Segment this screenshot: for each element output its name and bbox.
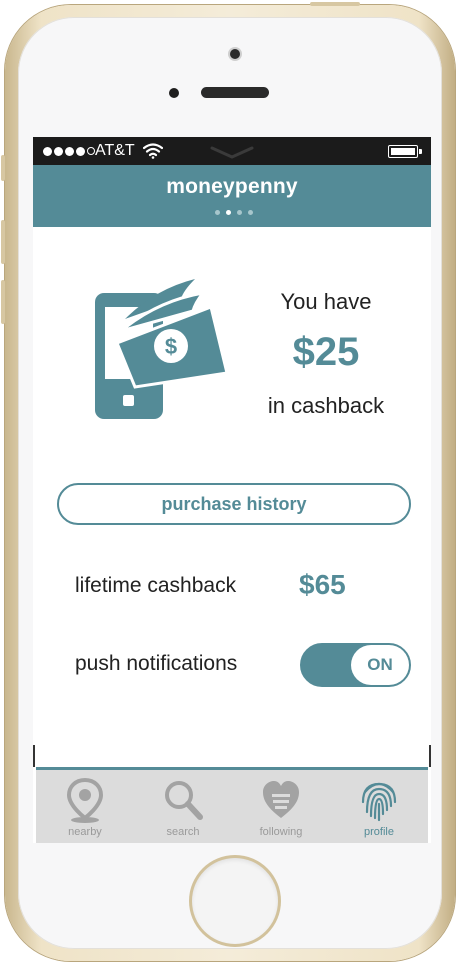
volume-up-button [1, 220, 5, 264]
status-bar: AT&T [33, 137, 431, 165]
proximity-sensor [169, 88, 179, 98]
heart-icon [263, 781, 299, 818]
page-indicator [215, 210, 253, 215]
home-button[interactable] [192, 858, 278, 944]
carrier-name: AT&T [95, 142, 135, 159]
you-have-label: You have [280, 289, 372, 314]
toggle-state-label: ON [351, 645, 409, 685]
battery-icon [388, 145, 422, 158]
purchase-history-button[interactable]: purchase history [57, 483, 411, 525]
app-screen: AT&T moneypenny $ You have $25 in cashba… [33, 137, 431, 843]
tab-label: search [166, 826, 200, 838]
app-header: moneypenny [33, 165, 431, 227]
page-dot [215, 210, 220, 215]
lifetime-cashback-label: lifetime cashback [75, 574, 237, 597]
push-notifications-toggle[interactable]: ON [300, 643, 411, 687]
power-button [310, 2, 360, 6]
wifi-icon [143, 143, 163, 159]
tab-search[interactable]: search [134, 770, 232, 843]
lifetime-cashback-value: $65 [299, 569, 346, 600]
volume-down-button [1, 280, 5, 324]
page-dot [237, 210, 242, 215]
tab-following[interactable]: following [232, 770, 330, 843]
push-notifications-label: push notifications [75, 652, 238, 675]
magnifier-icon [165, 781, 203, 820]
front-camera [230, 49, 240, 59]
chevron-down-icon[interactable] [210, 145, 254, 159]
in-cashback-label: in cashback [267, 393, 385, 418]
page-dot [248, 210, 253, 215]
tab-label: following [259, 826, 303, 838]
phone-money-icon: $ [95, 279, 229, 419]
mute-switch [1, 155, 5, 181]
tab-nearby[interactable]: nearby [36, 770, 134, 843]
app-title: moneypenny [166, 175, 298, 198]
tab-label: nearby [68, 826, 102, 838]
signal-strength-icon [43, 147, 95, 156]
page-dot-active [226, 210, 231, 215]
tab-label: profile [364, 826, 394, 838]
earpiece-speaker [201, 87, 269, 98]
tab-profile[interactable]: profile [330, 770, 428, 843]
svg-text:$: $ [165, 334, 177, 359]
fingerprint-icon [361, 782, 397, 822]
cashback-amount: $25 [292, 330, 360, 374]
divider [33, 745, 35, 767]
divider [429, 745, 431, 767]
tab-bar: nearby search following profile [36, 767, 428, 843]
location-pin-icon [66, 778, 104, 823]
